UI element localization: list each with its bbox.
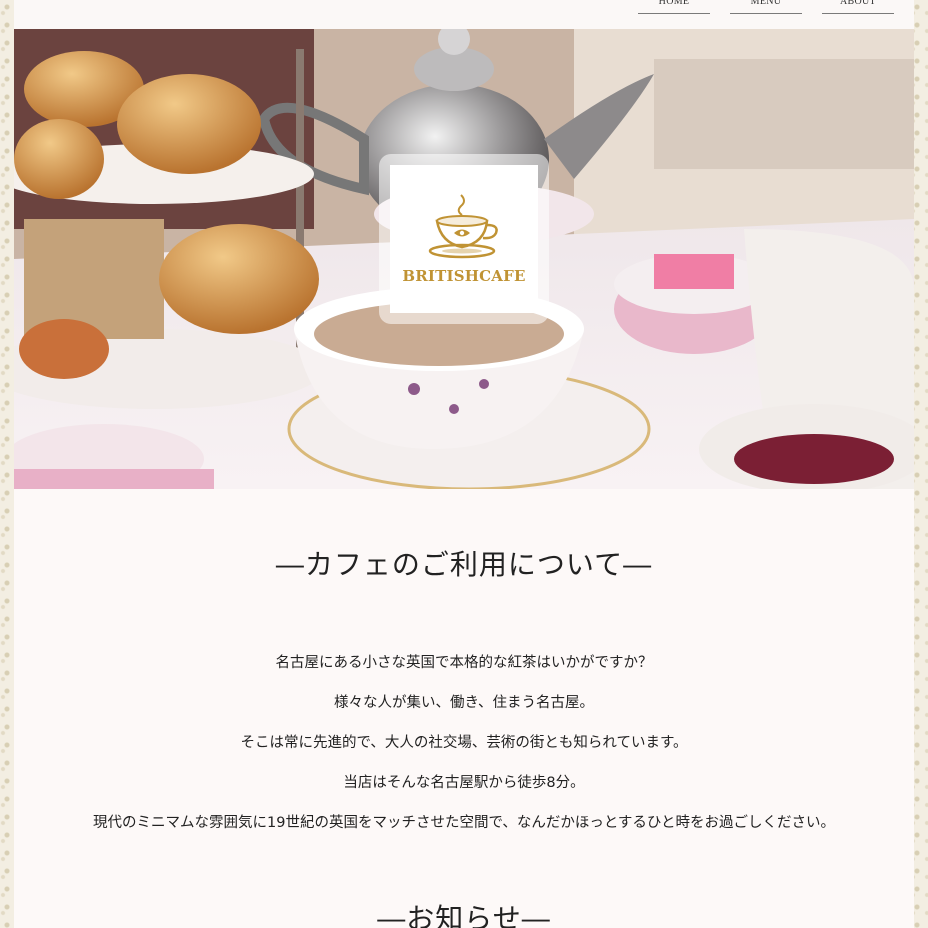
page-frame: HOME MENU ABOUT BRITISHCAFE ―カフェのご利用について… [14, 0, 914, 928]
logo-frame: BRITISHCAFE [379, 154, 549, 324]
about-line: 当店はそんな名古屋駅から徒歩8分。 [343, 775, 585, 791]
teacup-icon [428, 194, 498, 259]
top-bar: HOME MENU ABOUT [14, 0, 914, 29]
about-title: ―カフェのご利用について― [275, 548, 653, 581]
about-line: 様々な人が集い、働き、住まう名古屋。 [334, 695, 594, 711]
about-line: 名古屋にある小さな英国で本格的な紅茶はいかがですか？ [275, 655, 653, 671]
news-title: ―お知らせ― [377, 902, 551, 928]
nav-about-link[interactable]: ABOUT [822, 0, 894, 14]
about-section: ―カフェのご利用について― [14, 543, 914, 583]
hero-image: BRITISHCAFE [14, 29, 914, 489]
about-line: 現代のミニマムな雰囲気に19世紀の英国をマッチさせた空間で、なんだかほっとするひ… [93, 815, 835, 831]
main-nav: HOME MENU ABOUT [638, 0, 894, 14]
nav-home-link[interactable]: HOME [638, 0, 710, 14]
nav-menu-link[interactable]: MENU [730, 0, 802, 14]
logo-name: BRITISHCAFE [402, 267, 526, 285]
about-description: 名古屋にある小さな英国で本格的な紅茶はいかがですか？ 様々な人が集い、働き、住ま… [14, 643, 914, 843]
logo-card[interactable]: BRITISHCAFE [390, 165, 538, 313]
news-section: ―お知らせ― [14, 897, 914, 928]
about-line: そこは常に先進的で、大人の社交場、芸術の街とも知られています。 [240, 735, 688, 751]
